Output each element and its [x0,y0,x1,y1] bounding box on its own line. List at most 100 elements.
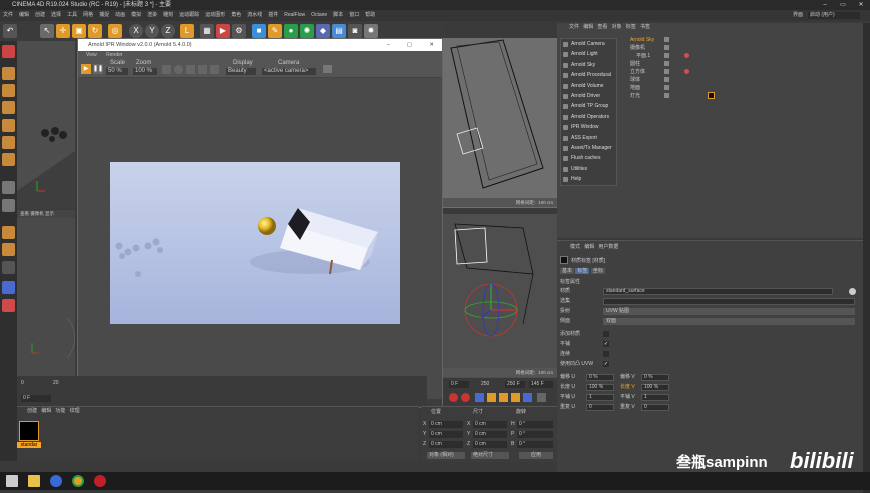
z-axis-icon[interactable]: Z [161,24,175,38]
material-link-icon[interactable] [849,288,856,295]
visibility-icon[interactable] [664,45,669,50]
select-tool-icon[interactable]: ↖ [40,24,54,38]
move-tool-icon[interactable]: ✛ [56,24,70,38]
mat-menu-create[interactable]: 创建 [27,408,37,414]
menu-item-arnold-sky[interactable]: Arnold Sky [561,60,616,70]
attr-material-field[interactable]: standard_surface [603,288,833,295]
material-tag-icon[interactable] [684,69,689,74]
menu-item[interactable]: 网格 [83,12,93,18]
menu-item-arnold-operators[interactable]: Arnold Operators [561,112,616,122]
rotation-b-field[interactable]: 0 ° [517,441,553,448]
snapshot-icon[interactable] [323,65,332,73]
size-x-field[interactable]: 0 cm [473,421,507,428]
offset-u-field[interactable]: 0 % [586,374,614,381]
chrome-icon[interactable] [72,475,84,487]
apply-button[interactable]: 应用 [519,452,553,459]
cinema4d-taskbar-icon[interactable] [50,475,62,487]
attr-side-select[interactable]: 双面 [603,318,855,325]
attr-menu-mode[interactable]: 模式 [570,244,580,250]
menu-item[interactable]: 渲染 [147,12,157,18]
channel-icon[interactable] [186,65,195,74]
workplane-icon[interactable] [2,101,15,114]
floor-icon[interactable]: ▤ [332,24,346,38]
attr-tab-tag[interactable]: 标签 [575,268,590,274]
record-icon[interactable] [449,393,458,402]
menu-item[interactable]: 文件 [3,12,13,18]
render-preview[interactable] [110,162,400,324]
spline-pen-icon[interactable]: ✎ [268,24,282,38]
mat-menu-edit[interactable]: 编辑 [41,408,51,414]
visibility-icon[interactable] [664,61,669,66]
attr-selection-field[interactable] [603,298,855,305]
render-picture-viewer-icon[interactable]: ▶ [216,24,230,38]
menu-item[interactable]: 插件 [268,12,278,18]
crop-icon[interactable] [174,65,183,74]
menu-item-flush-caches[interactable]: Flush caches [561,153,616,163]
material-tag-icon[interactable] [708,92,715,99]
tiles-v-field[interactable]: 1 [641,394,669,401]
param-key-icon[interactable] [523,393,532,402]
menu-item[interactable]: 编辑 [19,12,29,18]
play-icon[interactable]: ▶ [81,64,91,74]
zoom-select[interactable]: 100 % [133,68,157,75]
menu-item[interactable]: 工具 [67,12,77,18]
close-icon[interactable]: ✕ [852,0,870,10]
length-u-field[interactable]: 100 % [586,384,614,391]
nurbs-icon[interactable]: ● [284,24,298,38]
array-icon[interactable]: ✺ [300,24,314,38]
fps-field[interactable]: 145 F [529,381,553,388]
left-viewport[interactable] [17,41,75,209]
edges-mode-icon[interactable] [2,136,15,149]
polygons-mode-icon[interactable] [2,153,15,166]
menu-item[interactable]: 动画 [115,12,125,18]
axis-mode-icon[interactable] [2,181,15,194]
undo-icon[interactable]: ↶ [3,24,17,38]
menu-item-arnold-tp-group[interactable]: Arnold TP Group [561,101,616,111]
obj-menu-view[interactable]: 查看 [597,24,607,30]
tile-checkbox[interactable]: ✓ [603,341,609,347]
close-icon[interactable]: ✕ [429,39,434,51]
menu-item[interactable]: 模拟 [131,12,141,18]
minimize-icon[interactable]: – [387,39,390,51]
menu-item[interactable]: 窗口 [349,12,359,18]
attr-menu-userdata[interactable]: 用户数据 [598,244,618,250]
viewport-menu-camera[interactable]: 摄像机 [30,211,44,216]
coord-mode-select[interactable]: 对象 (相对) [427,452,465,459]
region-icon[interactable] [162,65,171,74]
seamless-checkbox[interactable] [603,351,609,357]
menu-item[interactable]: 雕刻 [163,12,173,18]
maximize-icon[interactable]: ▢ [407,39,412,51]
file-explorer-icon[interactable] [28,475,40,487]
rotation-key-icon[interactable] [511,393,520,402]
cube-icon[interactable]: ■ [252,24,266,38]
mat-menu-function[interactable]: 功能 [55,408,65,414]
size-y-field[interactable]: 0 cm [473,431,507,438]
menu-item[interactable]: 选择 [51,12,61,18]
menu-item[interactable]: 脚本 [333,12,343,18]
visibility-icon[interactable] [664,93,669,98]
visibility-icon[interactable] [664,69,669,74]
material-tag-icon[interactable] [684,53,689,58]
size-z-field[interactable]: 0 cm [473,441,507,448]
timeline[interactable]: 0 20 0 F [17,376,427,406]
min-frame-field[interactable]: 0 F [449,381,469,388]
menu-item[interactable]: 流水线 [247,12,262,18]
menu-item-arnold-light[interactable]: Arnold Light [561,49,616,59]
visibility-icon[interactable] [664,37,669,42]
obj-menu-edit[interactable]: 编辑 [583,24,593,30]
tiles-u-field[interactable]: 1 [586,394,614,401]
preview-max-field[interactable]: 250 F [505,381,525,388]
size-mode-select[interactable]: 绝对尺寸 [471,452,509,459]
sculpt-icon[interactable] [2,261,15,274]
repeat-u-field[interactable]: 0 [586,404,614,411]
paint-icon[interactable] [2,281,15,294]
color-icon[interactable] [2,299,15,312]
pause-icon[interactable]: ❚❚ [93,64,103,74]
timeline-settings-icon[interactable] [537,393,546,402]
autokey-icon[interactable] [461,393,470,402]
menu-item[interactable]: 帮助 [365,12,375,18]
display-select[interactable]: Beauty [226,68,256,75]
attr-menu-edit[interactable]: 编辑 [584,244,594,250]
camera-icon[interactable]: ◙ [348,24,362,38]
top-right-viewport[interactable]: 网格间距：100 cm [443,38,557,208]
